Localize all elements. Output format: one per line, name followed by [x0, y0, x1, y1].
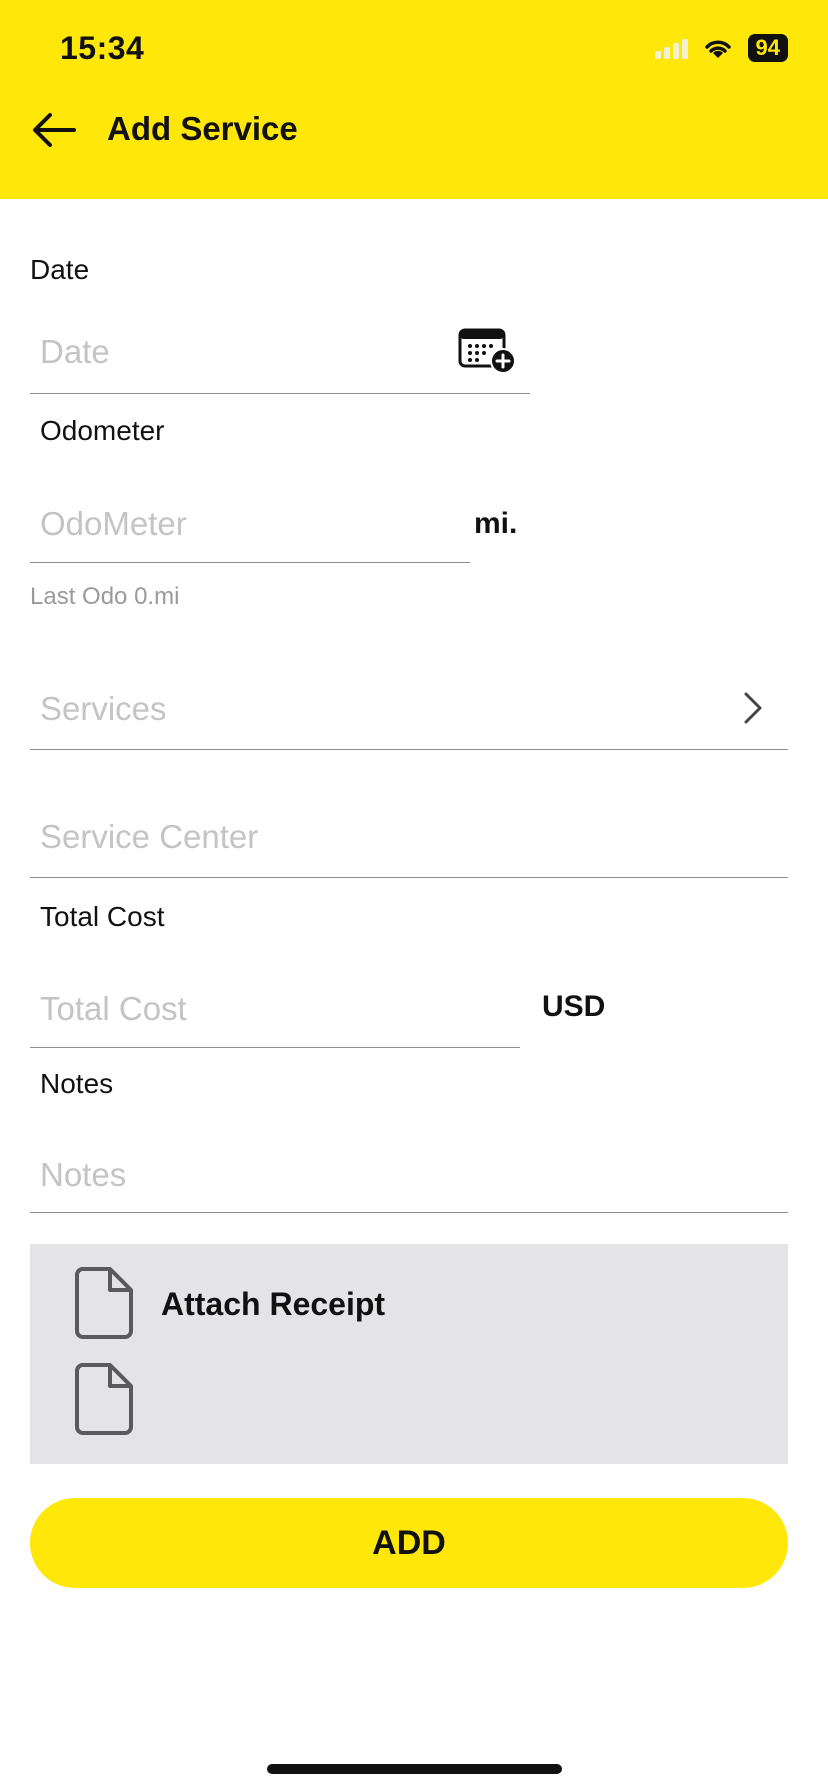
document-icon[interactable] — [74, 1266, 134, 1340]
notes-label: Notes — [40, 1068, 114, 1099]
notes-underline — [30, 1212, 788, 1213]
battery-icon: 94 — [747, 34, 788, 62]
add-button[interactable]: ADD — [30, 1498, 788, 1588]
attach-receipt-label[interactable]: Attach Receipt — [161, 1286, 385, 1323]
total-cost-underline — [30, 1047, 520, 1048]
services-underline — [30, 749, 788, 750]
document-icon[interactable] — [74, 1362, 134, 1436]
service-center-input[interactable]: Service Center — [40, 818, 258, 856]
page-title: Add Service — [107, 110, 298, 147]
signal-icon — [654, 37, 688, 59]
home-indicator[interactable] — [267, 1764, 562, 1774]
last-odo-hint: Last Odo 0.mi — [30, 583, 180, 610]
odometer-underline — [30, 562, 470, 563]
notes-input[interactable]: Notes — [40, 1156, 126, 1194]
wifi-icon — [704, 40, 731, 58]
services-selector[interactable]: Services — [40, 690, 167, 728]
total-cost-input[interactable]: Total Cost — [40, 990, 187, 1028]
attach-receipt-box[interactable] — [30, 1244, 788, 1464]
currency-label: USD — [542, 990, 606, 1023]
odometer-label: Odometer — [40, 415, 165, 446]
back-arrow-icon[interactable] — [30, 110, 78, 150]
calendar-add-icon[interactable] — [458, 326, 516, 374]
date-field[interactable]: Date — [40, 333, 110, 371]
status-indicators: 94 — [654, 34, 788, 62]
chevron-right-icon[interactable] — [741, 690, 765, 726]
service-center-underline — [30, 877, 788, 878]
total-cost-label: Total Cost — [40, 901, 165, 932]
app-header: 15:34 94 Add Service — [0, 0, 828, 199]
status-time: 15:34 — [60, 30, 145, 66]
date-underline — [30, 393, 530, 394]
date-label: Date — [30, 254, 90, 285]
odometer-input[interactable]: OdoMeter — [40, 505, 187, 543]
odometer-unit: mi. — [474, 507, 518, 540]
